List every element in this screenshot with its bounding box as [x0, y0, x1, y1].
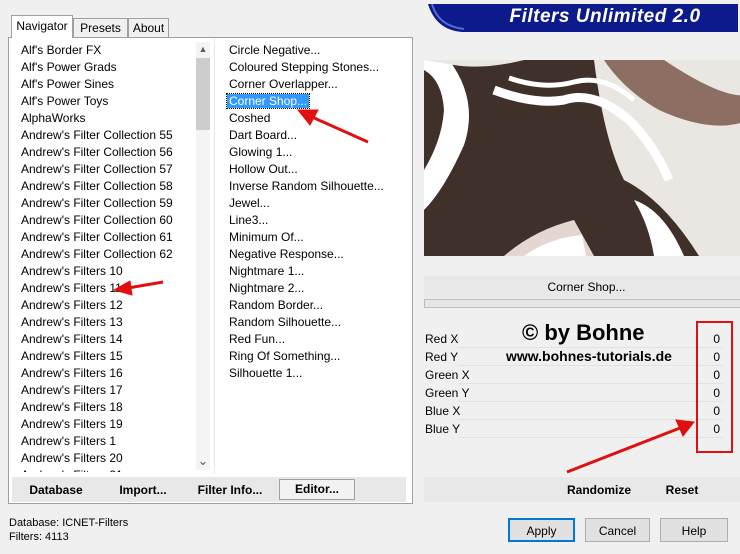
annotation-arrow-values [566, 426, 681, 474]
annotation-arrowhead-category [112, 280, 133, 296]
annotation-overlay [112, 109, 733, 474]
annotation-arrow-filter [311, 115, 369, 144]
annotation-arrow-category [127, 280, 164, 290]
tab-navigator[interactable]: Navigator [11, 15, 73, 38]
annotation-values-box [696, 321, 733, 453]
